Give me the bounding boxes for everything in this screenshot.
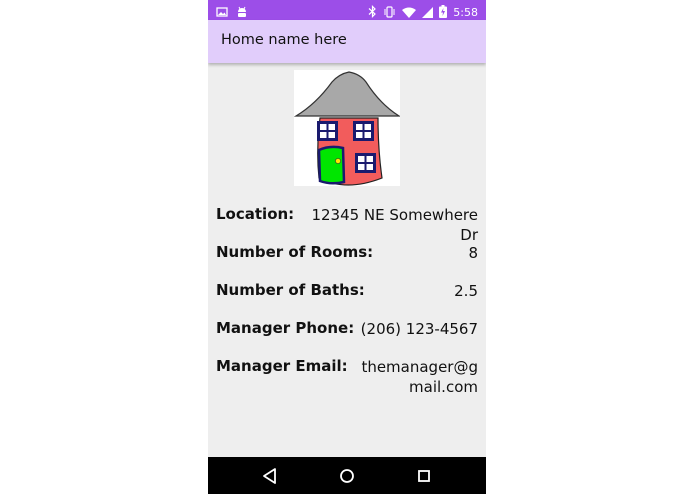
back-icon: [263, 468, 276, 484]
door-icon: [317, 145, 346, 185]
baths-label: Number of Baths:: [216, 281, 365, 299]
home-button[interactable]: [337, 466, 357, 486]
page-title: Home name here: [221, 32, 347, 48]
location-label: Location:: [216, 205, 295, 223]
home-details: Location: 12345 NE Somewhere Dr Number o…: [208, 63, 486, 457]
back-button[interactable]: [260, 466, 280, 486]
baths-value: 2.5: [454, 282, 478, 300]
window-icon: [317, 121, 338, 141]
house-icon: [293, 71, 402, 186]
manager-email-value[interactable]: themanager@g mail.com: [361, 357, 478, 397]
rooms-label: Number of Rooms:: [216, 243, 374, 261]
home-icon: [340, 469, 354, 483]
manager-phone-label: Manager Phone:: [216, 319, 355, 337]
rooms-value: 8: [468, 244, 478, 262]
window-icon: [353, 121, 374, 141]
manager-phone-value[interactable]: (206) 123-4567: [361, 319, 478, 339]
status-bar: 5:58: [208, 0, 486, 20]
phone-screen: 5:58 Home name here Location: 12345 NE S…: [208, 0, 486, 494]
manager-email-label: Manager Email:: [216, 357, 348, 375]
recents-icon: [418, 470, 430, 482]
location-value: 12345 NE Somewhere Dr: [311, 206, 478, 244]
recents-button[interactable]: [414, 466, 434, 486]
app-bar: Home name here: [208, 20, 486, 63]
status-time: 5:58: [453, 5, 478, 19]
house-image: [293, 70, 402, 186]
navigation-bar: [208, 457, 486, 494]
window-icon: [355, 153, 376, 173]
